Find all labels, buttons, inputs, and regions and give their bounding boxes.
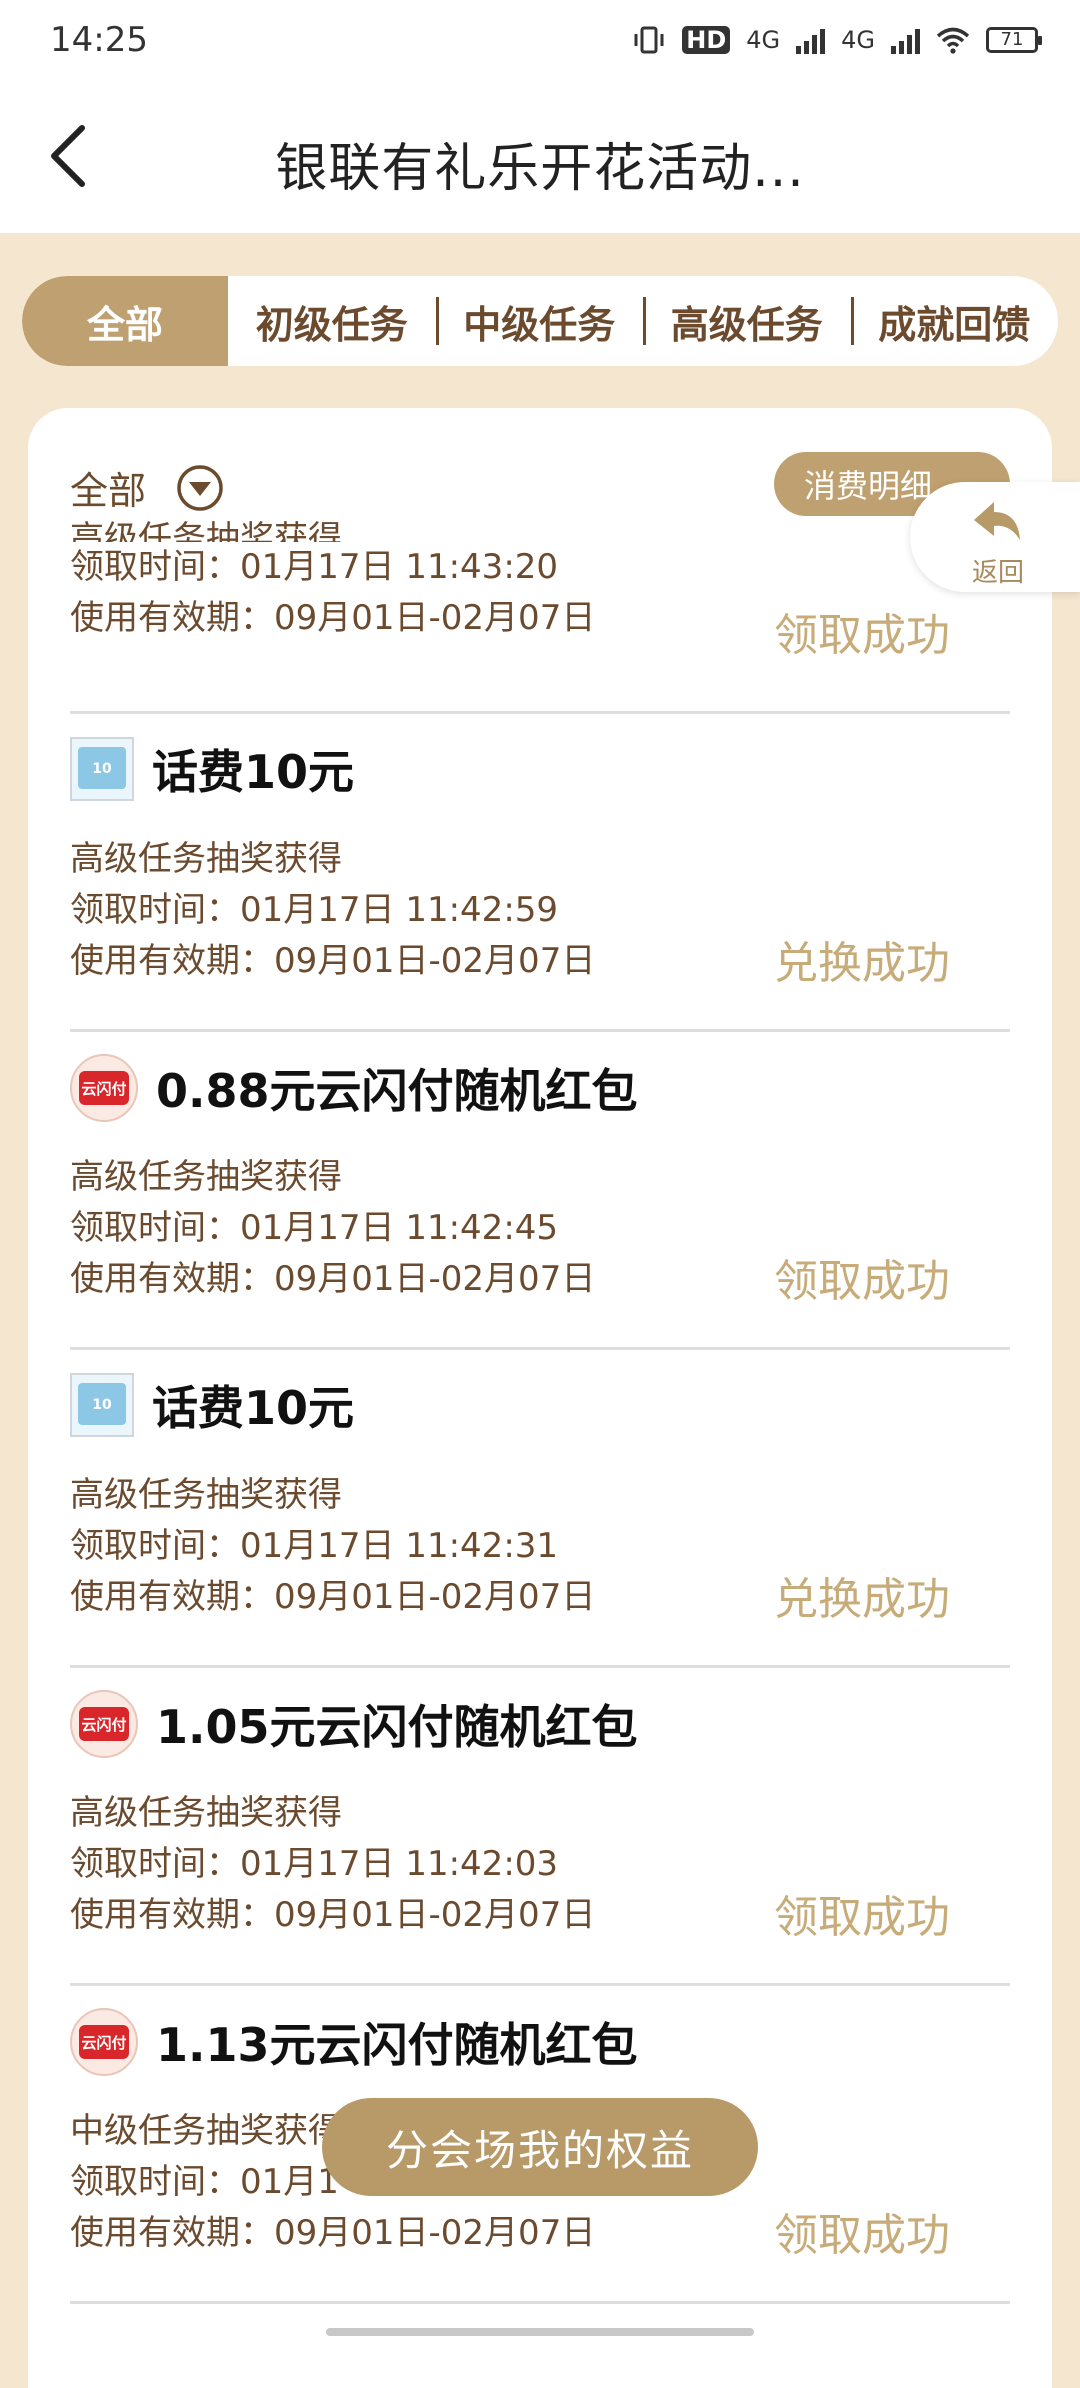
my-benefits-label: 分会场我的权益 — [385, 2125, 694, 2175]
item-source: 高级任务抽奖获得 — [70, 1793, 342, 1833]
task-tabs: 全部 初级任务 中级任务 高级任务 成就回馈 — [22, 276, 1058, 366]
item-title: 话费10元 — [152, 1381, 355, 1435]
consumption-detail-label: 消费明细 — [804, 467, 933, 505]
item-claim-time: 领取时间：01月17日 11:43:20 — [70, 547, 559, 587]
item-title: 0.88元云闪付随机红包 — [156, 1064, 638, 1118]
item-header: 云闪付 1.13元云闪付随机红包 — [70, 2008, 638, 2076]
cloud-pay-icon: 云闪付 — [70, 2008, 138, 2076]
item-validity: 使用有效期：09月01日-02月07日 — [70, 598, 596, 638]
item-title: 1.05元云闪付随机红包 — [156, 1700, 638, 1754]
status-bar: 14:25 HD 4G 4G 71 — [0, 0, 1080, 80]
item-title: 1.13元云闪付随机红包 — [156, 2018, 638, 2072]
item-validity: 使用有效期：09月01日-02月07日 — [70, 941, 596, 981]
item-header: 话费10元 — [70, 1372, 354, 1438]
item-claim-time: 领取时间：01月17日 11:42:31 — [70, 1526, 559, 1566]
item-validity: 使用有效期：09月01日-02月07日 — [70, 2213, 596, 2253]
tab-achievement[interactable]: 成就回馈 — [850, 294, 1059, 349]
list-item: 云闪付 0.88元云闪付随机红包 高级任务抽奖获得 领取时间：01月17日 11… — [70, 1032, 1010, 1350]
item-details: 高级任务抽奖获得 领取时间：01月17日 11:42:45 使用有效期：09月0… — [70, 1152, 595, 1305]
vibrate-icon — [634, 26, 664, 54]
list-item: 话费10元 高级任务抽奖获得 领取时间：01月17日 11:42:31 使用有效… — [70, 1350, 1010, 1668]
item-source: 高级任务抽奖获得 — [70, 1475, 342, 1515]
my-benefits-button[interactable]: 分会场我的权益 — [322, 2098, 758, 2196]
item-validity: 使用有效期：09月01日-02月07日 — [70, 1895, 596, 1935]
list-item: 高级任务抽奖获得 领取时间：01月17日 11:43:20 使用有效期：09月0… — [70, 519, 1010, 714]
item-details: 高级任务抽奖获得 领取时间：01月17日 11:42:59 使用有效期：09月0… — [70, 834, 595, 987]
recharge-card-icon — [70, 737, 134, 801]
item-status: 领取成功 — [774, 1256, 950, 1307]
item-details: 高级任务抽奖获得 领取时间：01月17日 11:43:20 使用有效期：09月0… — [70, 514, 595, 644]
wifi-icon — [936, 27, 970, 54]
item-header: 云闪付 1.05元云闪付随机红包 — [70, 1690, 638, 1758]
item-status: 兑换成功 — [774, 938, 950, 989]
home-indicator[interactable] — [326, 2328, 754, 2336]
item-status: 兑换成功 — [774, 1574, 950, 1625]
page-title: 银联有礼乐开花活动... — [275, 139, 805, 199]
cloud-pay-icon-text: 云闪付 — [79, 1707, 129, 1741]
item-validity: 使用有效期：09月01日-02月07日 — [70, 1259, 596, 1299]
reward-list: 高级任务抽奖获得 领取时间：01月17日 11:43:20 使用有效期：09月0… — [70, 519, 1010, 2304]
item-source: 高级任务抽奖获得 — [70, 1157, 342, 1197]
item-claim-time: 领取时间：01月17日 11:42:45 — [70, 1208, 559, 1248]
item-header: 话费10元 — [70, 736, 354, 802]
item-claim-time: 领取时间：01月17日 11:42:59 — [70, 890, 559, 930]
hd-badge: HD — [682, 26, 731, 54]
item-validity: 使用有效期：09月01日-02月07日 — [70, 1577, 596, 1617]
tab-intermediate[interactable]: 中级任务 — [435, 294, 644, 349]
status-time: 14:25 — [50, 20, 148, 60]
item-header: 云闪付 0.88元云闪付随机红包 — [70, 1054, 638, 1122]
tab-all[interactable]: 全部 — [22, 276, 228, 366]
item-title: 话费10元 — [152, 745, 355, 799]
list-item: 云闪付 1.05元云闪付随机红包 高级任务抽奖获得 领取时间：01月17日 11… — [70, 1668, 1010, 1986]
floating-return-button[interactable]: 返回 — [910, 482, 1080, 592]
nav-bar: 银联有礼乐开花活动... — [0, 80, 1080, 233]
cloud-pay-icon: 云闪付 — [70, 1690, 138, 1758]
list-item: 话费10元 高级任务抽奖获得 领取时间：01月17日 11:42:59 使用有效… — [70, 714, 1010, 1032]
cloud-pay-icon: 云闪付 — [70, 1054, 138, 1122]
battery-icon: 71 — [986, 27, 1042, 53]
signal-icon-1 — [796, 26, 826, 54]
tab-advanced[interactable]: 高级任务 — [643, 294, 851, 349]
item-source: 高级任务抽奖获得 — [70, 839, 342, 879]
item-status: 领取成功 — [774, 1892, 950, 1943]
item-claim-time: 领取时间：01月17日 11:42:03 — [70, 1844, 559, 1884]
dropdown-circle-icon — [177, 464, 223, 511]
item-source: 高级任务抽奖获得 — [70, 519, 342, 542]
network-label-1: 4G — [746, 26, 781, 54]
item-details: 高级任务抽奖获得 领取时间：01月17日 11:42:31 使用有效期：09月0… — [70, 1470, 595, 1623]
cloud-pay-icon-text: 云闪付 — [79, 2025, 129, 2059]
status-icons: HD 4G 4G 71 — [632, 26, 1042, 54]
signal-icon-2 — [891, 26, 920, 54]
return-arrow-icon — [974, 502, 1020, 540]
item-status: 领取成功 — [774, 2210, 950, 2261]
network-label-2: 4G — [841, 26, 875, 54]
rewards-card: 全部 消费明细 高级任务抽奖获得 领取时间：01月17日 11:43:20 使用… — [28, 408, 1052, 2388]
cloud-pay-icon-text: 云闪付 — [79, 1071, 129, 1105]
item-status: 领取成功 — [774, 610, 950, 661]
return-label: 返回 — [972, 558, 1025, 588]
filter-dropdown[interactable]: 全部 — [70, 460, 224, 515]
item-details: 高级任务抽奖获得 领取时间：01月17日 11:42:03 使用有效期：09月0… — [70, 1788, 595, 1941]
tab-beginner[interactable]: 初级任务 — [228, 294, 436, 349]
filter-label: 全部 — [70, 469, 147, 513]
recharge-card-icon — [70, 1373, 134, 1437]
